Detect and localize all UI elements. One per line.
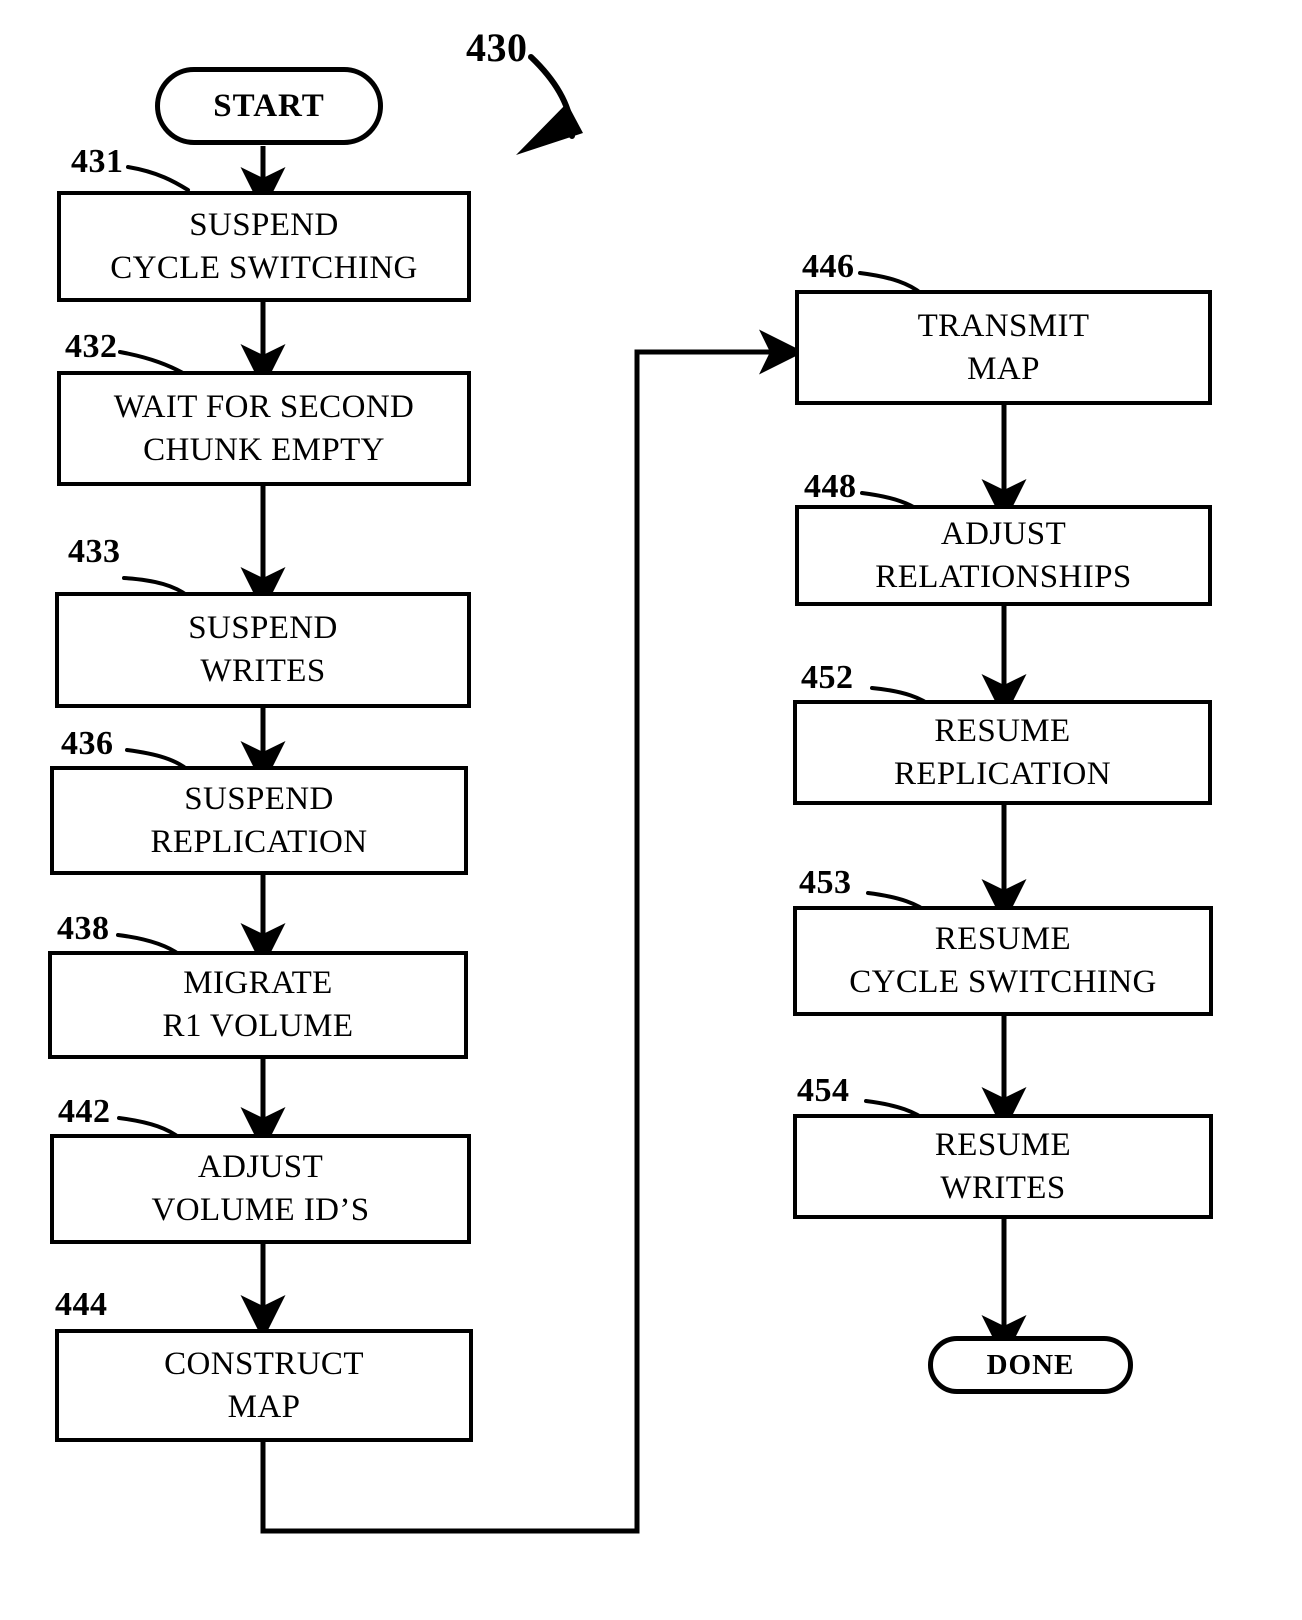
ref-label-438: 438 [57, 910, 110, 947]
process-box-431-line-1: SUSPEND [189, 206, 339, 243]
process-box-436: SUSPEND REPLICATION [50, 766, 468, 875]
process-box-432-line-2: CHUNK EMPTY [143, 431, 385, 468]
process-box-446: TRANSMIT MAP [795, 290, 1212, 405]
ref-label-433: 433 [68, 533, 121, 570]
terminal-done: DONE [928, 1336, 1133, 1394]
process-box-442-line-2: VOLUME ID’S [151, 1192, 370, 1228]
process-box-438-line-2: R1 VOLUME [162, 1008, 354, 1044]
ref-label-448: 448 [804, 468, 857, 505]
ref-label-453: 453 [799, 864, 852, 901]
process-box-452-line-1: RESUME [934, 712, 1071, 749]
process-box-446-line-2: MAP [967, 350, 1040, 387]
figure-number-arrowhead [516, 103, 583, 155]
process-box-431-line-2: CYCLE SWITCHING [110, 249, 418, 286]
figure-number: 430 [466, 25, 528, 70]
ref-label-452: 452 [801, 659, 854, 696]
leader-431 [126, 165, 190, 192]
leader-432 [118, 350, 185, 375]
ref-label-454: 454 [797, 1072, 850, 1109]
process-box-436-line-2: REPLICATION [150, 823, 368, 860]
process-box-454-line-1: RESUME [934, 1126, 1072, 1163]
process-box-433-line-1: SUSPEND [188, 610, 338, 647]
process-box-444-line-2: MAP [227, 1388, 301, 1425]
process-box-448-line-2: RELATIONSHIPS [875, 558, 1132, 595]
process-box-442-line-1: ADJUST [197, 1149, 324, 1186]
process-box-438-line-1: MIGRATE [183, 965, 333, 1002]
process-box-454: RESUME WRITES [793, 1114, 1213, 1219]
process-box-452: RESUME REPLICATION [793, 700, 1212, 805]
ref-label-442: 442 [58, 1093, 111, 1130]
process-box-436-line-1: SUSPEND [184, 780, 334, 817]
ref-label-431: 431 [71, 143, 124, 180]
process-box-438: MIGRATE R1 VOLUME [48, 951, 468, 1059]
terminal-start-label: START [213, 87, 325, 124]
process-box-442: ADJUST VOLUME ID’S [50, 1134, 471, 1244]
flowchart-figure: 430 START DONE SUSPEND CYCLE SWITCHING 4… [0, 0, 1302, 1620]
process-box-431: SUSPEND CYCLE SWITCHING [57, 191, 471, 302]
process-box-433: SUSPEND WRITES [55, 592, 471, 708]
ref-label-436: 436 [61, 725, 114, 762]
process-box-432-line-1: WAIT FOR SECOND [113, 388, 415, 425]
process-box-452-line-2: REPLICATION [893, 755, 1112, 792]
ref-label-446: 446 [802, 248, 855, 285]
process-box-444: CONSTRUCT MAP [55, 1329, 473, 1442]
process-box-448-line-1: ADJUST [940, 515, 1067, 552]
process-box-446-line-1: TRANSMIT [917, 307, 1090, 344]
process-box-453-line-1: RESUME [934, 921, 1072, 958]
process-box-453-line-2: CYCLE SWITCHING [849, 964, 1157, 1000]
process-box-448: ADJUST RELATIONSHIPS [795, 505, 1212, 606]
terminal-done-label: DONE [986, 1348, 1075, 1381]
ref-label-432: 432 [65, 328, 118, 365]
process-box-432: WAIT FOR SECOND CHUNK EMPTY [57, 371, 471, 486]
process-box-433-line-2: WRITES [200, 653, 326, 689]
ref-label-444: 444 [55, 1286, 108, 1323]
terminal-start: START [155, 67, 383, 145]
process-box-453: RESUME CYCLE SWITCHING [793, 906, 1213, 1016]
process-box-444-line-1: CONSTRUCT [164, 1345, 364, 1382]
process-box-454-line-2: WRITES [940, 1169, 1066, 1206]
